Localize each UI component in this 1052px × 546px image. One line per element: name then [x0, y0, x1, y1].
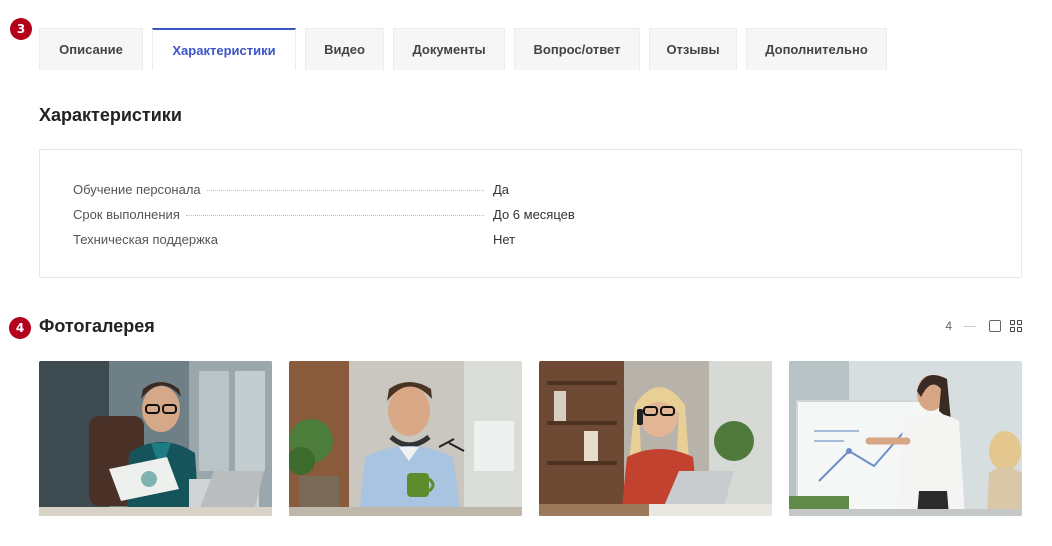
step-badge-4: 4 — [9, 317, 31, 339]
tab-video[interactable]: Видео — [305, 28, 384, 70]
gallery-count: 4 — [945, 319, 952, 333]
gallery-photo[interactable] — [789, 361, 1022, 516]
photo-woman-whiteboard-icon — [789, 361, 1022, 516]
gallery-photo[interactable] — [39, 361, 272, 516]
gallery-photo[interactable] — [539, 361, 772, 516]
tab-characteristics[interactable]: Характеристики — [152, 28, 296, 70]
tab-description[interactable]: Описание — [39, 28, 143, 70]
tab-reviews[interactable]: Отзывы — [649, 28, 737, 70]
characteristic-name: Обучение персонала — [73, 181, 201, 197]
gallery-controls: 4 — [945, 318, 1022, 334]
product-tabs: Описание Характеристики Видео Документы … — [39, 28, 896, 70]
characteristics-title: Характеристики — [39, 105, 182, 125]
characteristic-value: Нет — [493, 231, 516, 247]
photo-man-headphones-coffee-icon — [289, 361, 522, 516]
characteristic-name: Техническая поддержка — [73, 231, 218, 247]
gallery-photo[interactable] — [289, 361, 522, 516]
characteristics-table: Обучение персонала Да Срок выполнения До… — [39, 149, 1022, 278]
photo-gallery — [39, 361, 1039, 516]
step-badge-3: 3 — [10, 18, 32, 40]
single-view-icon[interactable] — [989, 320, 1001, 332]
tab-faq[interactable]: Вопрос/ответ — [514, 28, 640, 70]
divider — [964, 325, 976, 327]
tab-documents[interactable]: Документы — [393, 28, 505, 70]
characteristic-row: Обучение персонала Да — [73, 180, 593, 198]
characteristic-value: До 6 месяцев — [493, 206, 575, 222]
tab-additional[interactable]: Дополнительно — [746, 28, 887, 70]
grid-view-icon[interactable] — [1010, 320, 1022, 332]
characteristic-name: Срок выполнения — [73, 206, 180, 222]
characteristic-row: Техническая поддержка Нет — [73, 230, 593, 248]
gallery-title: Фотогалерея — [39, 316, 155, 336]
photo-woman-phone-laptop-icon — [539, 361, 772, 516]
characteristic-value: Да — [493, 181, 510, 197]
characteristic-row: Срок выполнения До 6 месяцев — [73, 205, 593, 223]
photo-man-glasses-laptop-icon — [39, 361, 272, 516]
